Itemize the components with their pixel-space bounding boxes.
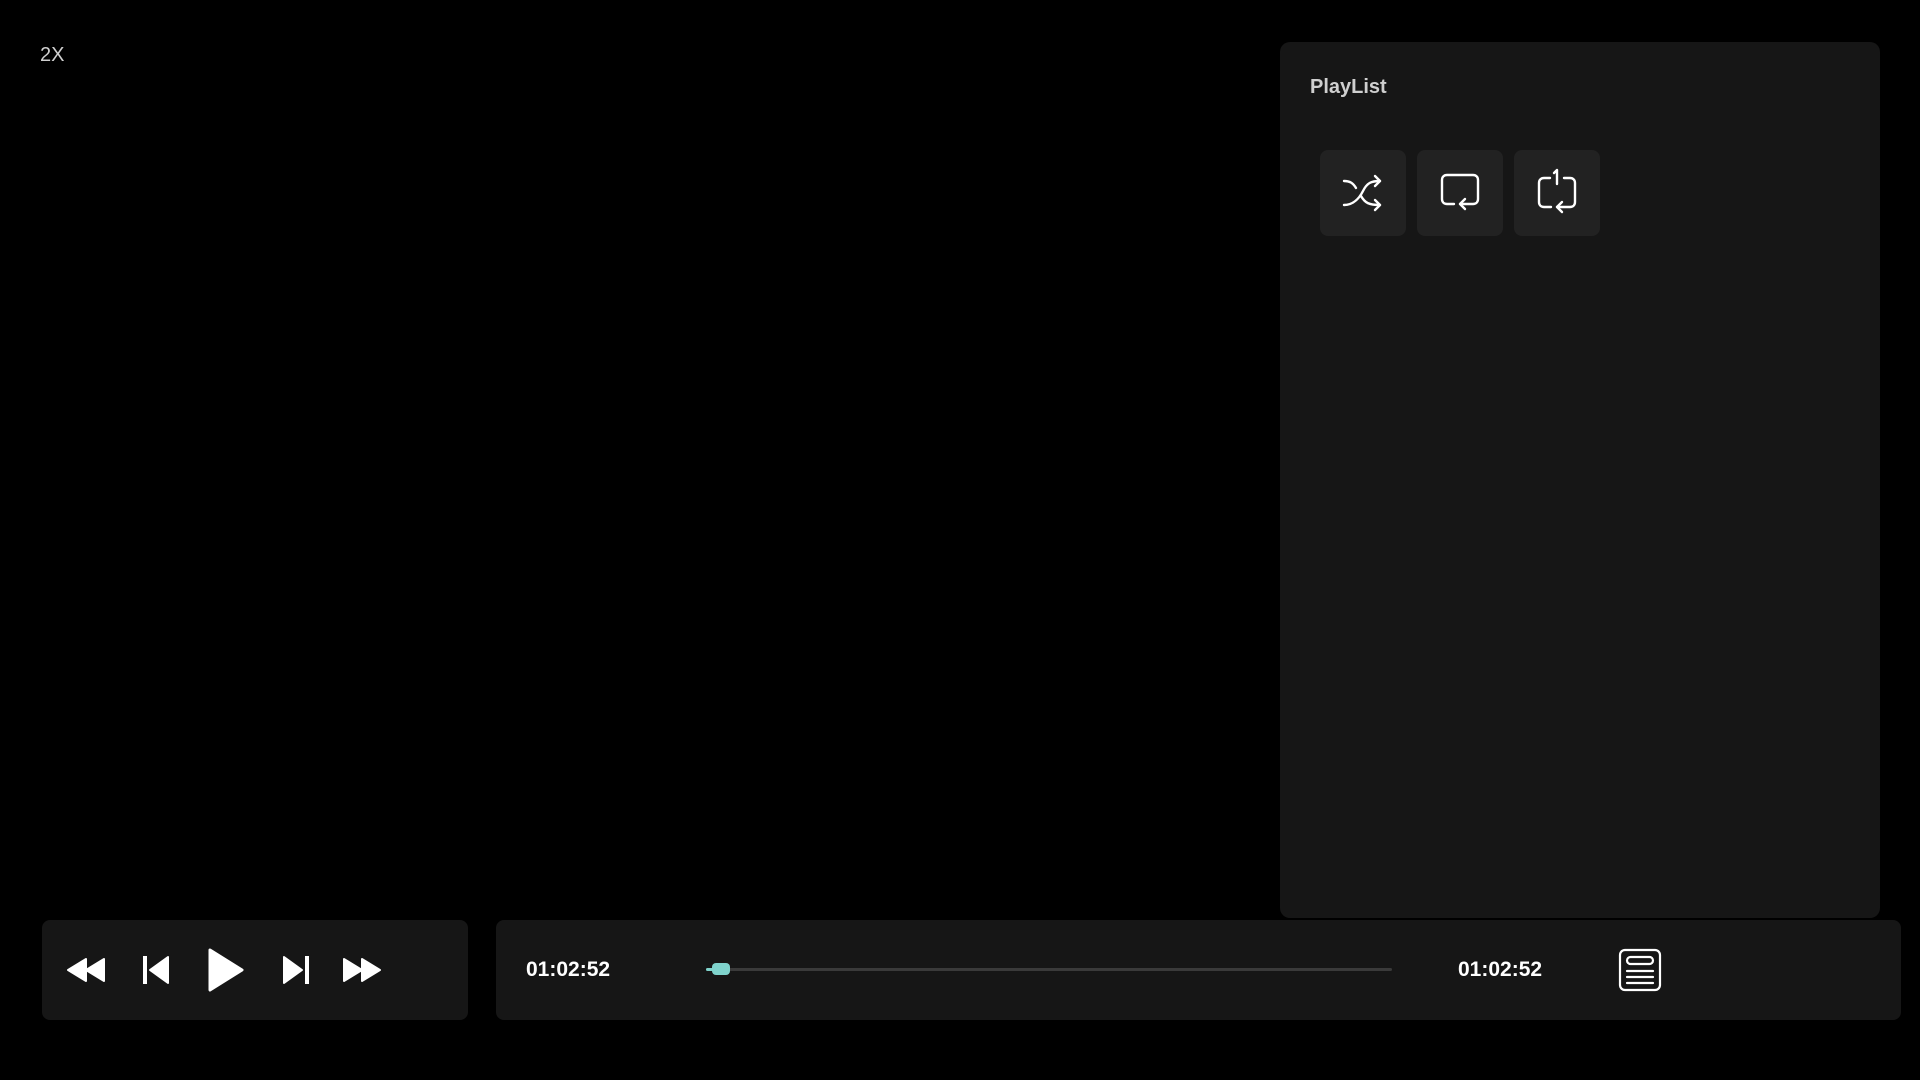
playlist-toggle-button[interactable] <box>1618 948 1662 992</box>
total-time: 01:02:52 <box>1458 958 1543 981</box>
next-icon <box>283 956 309 984</box>
play-icon <box>208 948 244 992</box>
repeat-one-button[interactable] <box>1514 150 1600 236</box>
playlist-icon <box>1618 948 1662 992</box>
shuffle-button[interactable] <box>1320 150 1406 236</box>
playlist-panel: PlayList <box>1280 42 1880 918</box>
playlist-mode-buttons <box>1320 150 1600 236</box>
rewind-button[interactable] <box>64 920 108 1020</box>
rewind-icon <box>67 958 105 982</box>
transport-controls <box>42 920 468 1020</box>
previous-button[interactable] <box>138 920 174 1020</box>
previous-icon <box>143 956 169 984</box>
repeat-one-icon <box>1537 168 1577 214</box>
shuffle-icon <box>1342 174 1382 212</box>
repeat-all-icon <box>1440 173 1480 211</box>
play-button[interactable] <box>202 920 248 1020</box>
timeline-bar: 01:02:52 01:02:52 <box>496 920 1901 1020</box>
repeat-all-button[interactable] <box>1417 150 1503 236</box>
fast-forward-button[interactable] <box>340 920 384 1020</box>
playlist-title: PlayList <box>1310 76 1387 98</box>
seek-bar-thumb[interactable] <box>711 963 730 975</box>
seek-bar[interactable] <box>706 963 1392 975</box>
playback-speed[interactable]: 2X <box>40 44 64 67</box>
fast-forward-icon <box>343 958 381 982</box>
current-time: 01:02:52 <box>526 958 611 981</box>
next-button[interactable] <box>278 920 314 1020</box>
